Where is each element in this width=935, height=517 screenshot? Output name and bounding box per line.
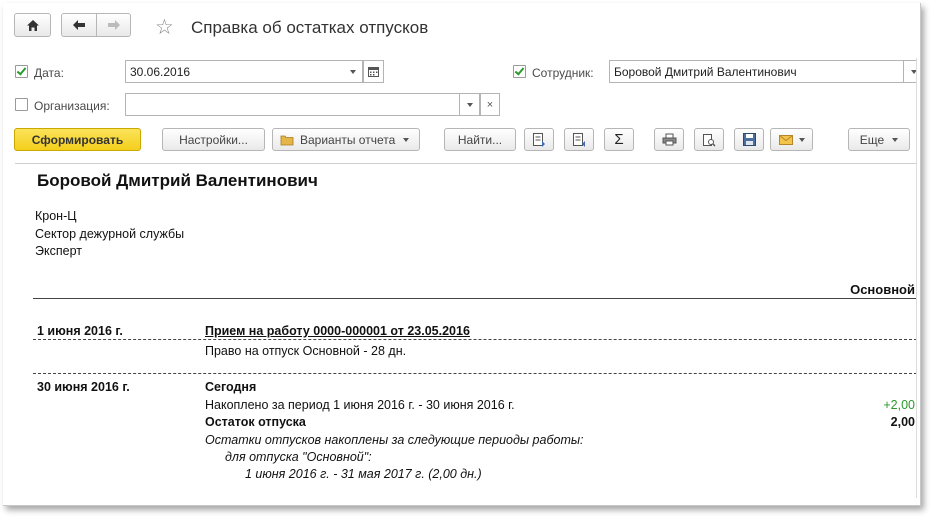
section2-accrued-text: Накоплено за период 1 июня 2016 г. - 30 … <box>205 398 515 412</box>
section2-note-1: Остатки отпусков накоплены за следующие … <box>205 433 584 447</box>
employee-checkbox[interactable] <box>513 65 526 78</box>
section2-balance-label: Остаток отпуска <box>205 415 306 429</box>
generate-button[interactable]: Сформировать <box>14 128 141 151</box>
back-button[interactable] <box>61 13 97 37</box>
vertical-scrollbar[interactable] <box>916 58 920 498</box>
section1-event: Прием на работу 0000-000001 от 23.05.201… <box>205 324 470 338</box>
arrow-right-icon <box>107 20 120 30</box>
report-position: Эксперт <box>35 244 82 258</box>
print-button[interactable] <box>654 128 684 151</box>
section2-note-2: для отпуска "Основной": <box>225 450 372 464</box>
calendar-button[interactable] <box>363 60 384 83</box>
calendar-icon <box>368 66 379 77</box>
home-button[interactable] <box>14 13 51 37</box>
forward-button[interactable] <box>96 13 131 37</box>
date-dropdown-button[interactable] <box>343 60 363 83</box>
date-checkbox[interactable] <box>15 65 28 78</box>
date-input[interactable]: 30.06.2016 <box>125 60 344 83</box>
section2-balance-value: 2,00 <box>890 415 915 429</box>
report-department: Сектор дежурной службы <box>35 227 185 241</box>
employee-input[interactable]: Боровой Дмитрий Валентинович <box>609 60 904 83</box>
close-icon: × <box>486 98 494 111</box>
folder-icon <box>280 135 294 145</box>
report-column-header: Основной <box>850 282 915 297</box>
save-button[interactable] <box>734 128 764 151</box>
settings-button[interactable]: Настройки... <box>162 128 265 151</box>
employee-label: Сотрудник: <box>532 66 594 80</box>
document-collapse-icon <box>573 133 585 147</box>
report-variants-label: Варианты отчета <box>300 132 396 147</box>
chevron-down-icon <box>892 137 899 142</box>
find-button[interactable]: Найти... <box>444 128 516 151</box>
header-divider <box>33 298 917 299</box>
home-icon <box>26 19 39 31</box>
report-org: Крон-Ц <box>35 209 77 223</box>
envelope-icon <box>778 134 793 145</box>
more-button[interactable]: Еще <box>848 128 910 151</box>
section2-note-3: 1 июня 2016 г. - 31 мая 2017 г. (2,00 дн… <box>245 467 482 481</box>
check-icon <box>16 65 27 76</box>
collapse-groups-button[interactable] <box>564 128 594 151</box>
print-preview-button[interactable] <box>694 128 724 151</box>
arrow-left-icon <box>73 20 85 30</box>
section2-today: Сегодня <box>205 380 257 394</box>
section1-detail: Право на отпуск Основной - 28 дн. <box>205 344 407 358</box>
more-label: Еще <box>859 132 885 147</box>
org-clear-button[interactable]: × <box>480 93 500 116</box>
report-output: Боровой Дмитрий Валентинович Крон-Ц Сект… <box>15 163 920 505</box>
floppy-disk-icon <box>742 133 756 146</box>
printer-icon <box>662 133 676 146</box>
page-title: Справка об остатках отпусков <box>191 18 429 37</box>
chevron-down-icon <box>798 137 805 142</box>
section-divider <box>33 373 917 374</box>
org-checkbox[interactable] <box>15 98 28 111</box>
section1-date: 1 июня 2016 г. <box>37 324 123 338</box>
chevron-down-icon <box>403 137 410 142</box>
section2-date: 30 июня 2016 г. <box>37 380 130 394</box>
section2-accrued-value: +2,00 <box>883 398 915 412</box>
section1-divider <box>33 339 917 340</box>
check-icon <box>514 65 525 76</box>
org-dropdown-button[interactable] <box>460 93 480 116</box>
document-expand-icon <box>533 133 545 147</box>
report-employee-name: Боровой Дмитрий Валентинович <box>37 171 318 190</box>
favorite-star-icon[interactable]: ☆ <box>155 15 174 40</box>
print-preview-icon <box>703 133 716 147</box>
report-window: ☆ Справка об остатках отпусков Дата: 30.… <box>3 3 921 506</box>
expand-groups-button[interactable] <box>524 128 554 151</box>
date-label: Дата: <box>34 66 64 80</box>
sigma-icon: Σ <box>614 131 624 148</box>
org-label: Организация: <box>34 99 110 113</box>
sum-button[interactable]: Σ <box>604 128 634 151</box>
send-email-button[interactable] <box>770 128 813 151</box>
org-input[interactable] <box>125 93 460 116</box>
chevron-down-icon <box>349 69 356 74</box>
report-variants-button[interactable]: Варианты отчета <box>272 128 420 151</box>
chevron-down-icon <box>466 102 473 107</box>
